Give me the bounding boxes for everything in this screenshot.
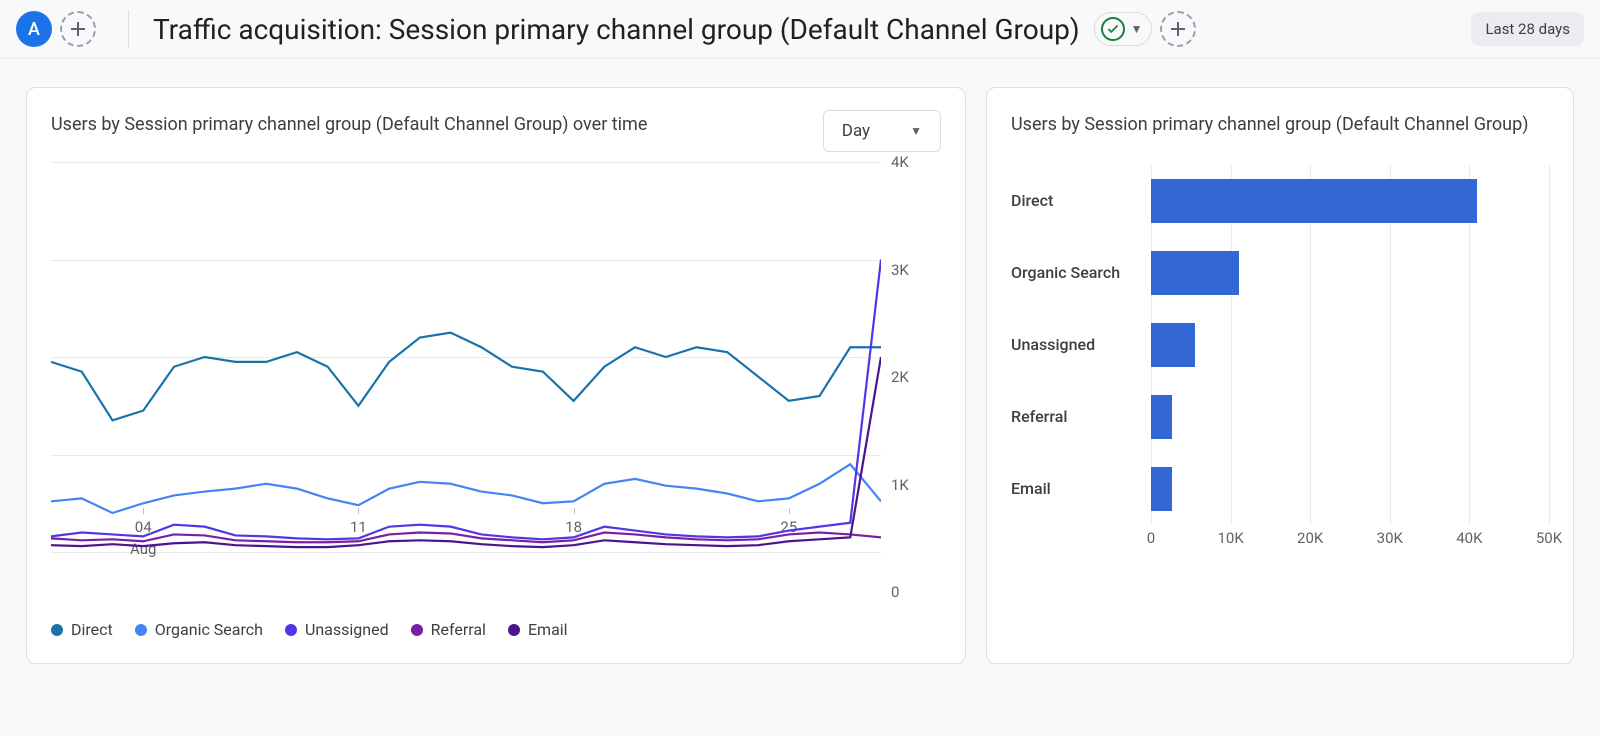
legend-dot-icon [508, 624, 520, 636]
status-dropdown[interactable]: ▼ [1094, 12, 1152, 46]
legend-label: Referral [431, 620, 486, 639]
series-line [51, 333, 881, 421]
legend: Direct Organic Search Unassigned Referral Em… [51, 620, 941, 639]
granularity-value: Day [842, 121, 870, 141]
bar-chart-title: Users by Session primary channel group (… [1011, 110, 1549, 141]
plus-icon [1170, 21, 1186, 37]
y-axis-label: 4K [891, 153, 941, 171]
avatar-letter: A [28, 19, 40, 40]
legend-item[interactable]: Referral [411, 620, 486, 639]
bar-row: Email [1011, 453, 1549, 525]
bar-fill [1151, 467, 1172, 511]
bar-label: Referral [1011, 407, 1151, 426]
legend-dot-icon [51, 624, 63, 636]
bar-fill [1151, 179, 1477, 223]
chevron-down-icon: ▼ [910, 124, 922, 138]
series-line [51, 357, 881, 547]
line-chart: 04Aug111825 01K2K3K4K [51, 162, 941, 592]
legend-dot-icon [411, 624, 423, 636]
header-bar: A Traffic acquisition: Session primary c… [0, 0, 1600, 59]
bar-x-tick: 0 [1147, 529, 1155, 547]
page-title: Traffic acquisition: Session primary cha… [153, 13, 1080, 46]
series-line [51, 260, 881, 540]
bar-x-tick: 40K [1456, 529, 1482, 547]
bar-chart-card: Users by Session primary channel group (… [986, 87, 1574, 664]
line-chart-title: Users by Session primary channel group (… [51, 110, 647, 141]
y-axis-label: 2K [891, 368, 941, 386]
bar-x-tick: 20K [1297, 529, 1323, 547]
bar-row: Direct [1011, 165, 1549, 237]
bar-row: Organic Search [1011, 237, 1549, 309]
bar-row: Referral [1011, 381, 1549, 453]
add-comparison-button[interactable] [1160, 11, 1196, 47]
bar-label: Direct [1011, 191, 1151, 210]
legend-label: Email [528, 620, 568, 639]
bar-x-tick: 50K [1536, 529, 1562, 547]
avatar[interactable]: A [16, 11, 52, 47]
y-axis-label: 1K [891, 476, 941, 494]
legend-label: Unassigned [305, 620, 389, 639]
bar-fill [1151, 251, 1239, 295]
add-segment-button[interactable] [60, 11, 96, 47]
card-container: Users by Session primary channel group (… [0, 59, 1600, 692]
bar-x-tick: 10K [1217, 529, 1243, 547]
legend-dot-icon [285, 624, 297, 636]
line-chart-card: Users by Session primary channel group (… [26, 87, 966, 664]
legend-label: Direct [71, 620, 113, 639]
divider [128, 10, 129, 48]
y-axis-label: 3K [891, 261, 941, 279]
chevron-down-icon: ▼ [1131, 22, 1143, 36]
legend-item[interactable]: Organic Search [135, 620, 263, 639]
check-circle-icon [1101, 17, 1125, 41]
legend-item[interactable]: Unassigned [285, 620, 389, 639]
bar-fill [1151, 323, 1195, 367]
bar-chart: Direct Organic Search Unassigned Referral Em… [1011, 165, 1549, 555]
granularity-select[interactable]: Day ▼ [823, 110, 941, 152]
date-range-label: Last 28 days [1485, 20, 1570, 38]
bar-label: Unassigned [1011, 335, 1151, 354]
date-range-chip[interactable]: Last 28 days [1471, 12, 1584, 46]
legend-label: Organic Search [155, 620, 263, 639]
bar-label: Organic Search [1011, 263, 1151, 282]
series-line [51, 464, 881, 513]
legend-dot-icon [135, 624, 147, 636]
bar-x-tick: 30K [1377, 529, 1403, 547]
bar-row: Unassigned [1011, 309, 1549, 381]
bar-fill [1151, 395, 1172, 439]
legend-item[interactable]: Direct [51, 620, 113, 639]
legend-item[interactable]: Email [508, 620, 568, 639]
bar-label: Email [1011, 479, 1151, 498]
y-axis-label: 0 [891, 583, 941, 601]
plus-icon [70, 21, 86, 37]
